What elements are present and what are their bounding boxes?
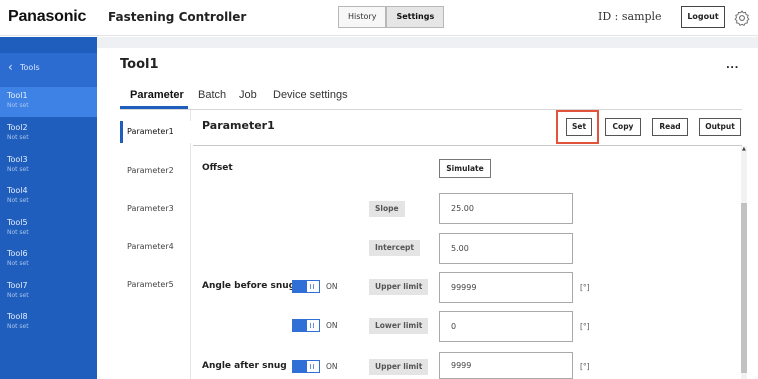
sidebar-item-status: Not set [7, 229, 29, 236]
angle-before-snug-label: Angle before snug [202, 281, 296, 291]
lower-limit-unit: [°] [580, 322, 590, 331]
slope-input[interactable]: 25.00 [439, 193, 573, 224]
sidebar-item-label: Tool8 [7, 312, 28, 321]
history-button[interactable]: History [338, 6, 387, 28]
lower-limit-input[interactable]: 0 [439, 311, 573, 342]
sidebar-item-tool7[interactable]: Tool7 Not set [0, 277, 97, 307]
tools-back-button[interactable]: ‹ Tools [0, 53, 97, 87]
sidebar-item-label: Tool7 [7, 281, 28, 290]
parameter-item-label: Parameter2 [127, 166, 174, 175]
sidebar-item-label: Tool1 [7, 91, 28, 100]
parameter-item-5[interactable]: Parameter5 [120, 274, 191, 296]
angle-before-snug-toggle[interactable] [292, 280, 320, 293]
app-title: Fastening Controller [108, 10, 247, 24]
top-bar: Panasonic Fastening Controller History S… [0, 0, 758, 36]
sidebar-item-tool3[interactable]: Tool3 Not set [0, 151, 97, 181]
parameter-item-2[interactable]: Parameter2 [120, 160, 191, 182]
more-options-icon[interactable]: ... [726, 60, 739, 71]
tab-parameter[interactable]: Parameter [130, 89, 184, 101]
upper-limit-input[interactable]: 99999 [439, 272, 573, 303]
parameter-item-label: Parameter1 [127, 127, 174, 136]
settings-button[interactable]: Settings [386, 6, 445, 28]
angle-after-snug-state: ON [326, 362, 338, 371]
lower-limit-toggle[interactable] [292, 319, 320, 332]
lower-limit-state: ON [326, 321, 338, 330]
upper-limit-2-label: Upper limit [369, 359, 429, 375]
tab-batch[interactable]: Batch [198, 89, 226, 101]
parameter-item-label: Parameter3 [127, 204, 174, 213]
upper-limit-label: Upper limit [369, 279, 429, 295]
page-title: Tool1 [120, 57, 159, 72]
sidebar-item-label: Tool6 [7, 249, 28, 258]
upper-limit-unit: [°] [580, 283, 590, 292]
tab-job[interactable]: Job [239, 89, 257, 101]
content-divider [193, 145, 742, 146]
gear-icon[interactable] [733, 9, 751, 27]
content-top-band [97, 37, 758, 48]
angle-after-snug-label: Angle after snug [202, 361, 287, 371]
sidebar-item-tool4[interactable]: Tool4 Not set [0, 182, 97, 212]
sidebar-item-tool2[interactable]: Tool2 Not set [0, 119, 97, 149]
sidebar-item-status: Not set [7, 166, 29, 173]
sidebar-item-status: Not set [7, 292, 29, 299]
user-id: ID : sample [598, 10, 662, 23]
parameter-item-label: Parameter5 [127, 280, 174, 289]
highlight-box [556, 110, 599, 144]
sidebar-item-status: Not set [7, 260, 29, 267]
intercept-input[interactable]: 5.00 [439, 233, 573, 264]
top-nav: History Settings [338, 6, 445, 28]
parameter-item-1[interactable]: Parameter1 [120, 121, 191, 143]
chevron-left-icon: ‹ [8, 60, 13, 74]
slope-label: Slope [369, 201, 405, 217]
logout-button[interactable]: Logout [681, 6, 725, 28]
angle-after-snug-toggle[interactable] [292, 360, 320, 373]
parameter-item-3[interactable]: Parameter3 [120, 198, 191, 220]
read-button[interactable]: Read [652, 118, 688, 136]
angle-before-snug-state: ON [326, 282, 338, 291]
copy-button[interactable]: Copy [605, 118, 641, 136]
tab-divider [120, 109, 742, 110]
sidebar-item-label: Tool4 [7, 186, 28, 195]
sidebar-item-label: Tool3 [7, 155, 28, 164]
sidebar-item-tool6[interactable]: Tool6 Not set [0, 245, 97, 275]
upper-limit-2-unit: [°] [580, 362, 590, 371]
output-button[interactable]: Output [699, 118, 741, 136]
sidebar-item-tool8[interactable]: Tool8 Not set [0, 308, 97, 338]
sidebar-item-status: Not set [7, 102, 29, 109]
scrollbar-thumb[interactable] [741, 203, 747, 373]
simulate-button[interactable]: Simulate [439, 159, 491, 178]
tab-device-settings[interactable]: Device settings [273, 89, 348, 101]
tools-sidebar: ‹ Tools Tool1 Not set Tool2 Not set Tool… [0, 37, 97, 379]
sidebar-item-status: Not set [7, 134, 29, 141]
sidebar-item-label: Tool5 [7, 218, 28, 227]
brand-logo: Panasonic [8, 8, 87, 25]
intercept-label: Intercept [369, 240, 420, 256]
tools-back-label: Tools [20, 63, 40, 72]
parameter-item-4[interactable]: Parameter4 [120, 236, 191, 258]
offset-label: Offset [202, 163, 233, 173]
parameter-item-label: Parameter4 [127, 242, 174, 251]
sidebar-item-status: Not set [7, 197, 29, 204]
content-title: Parameter1 [202, 119, 275, 132]
sidebar-item-tool5[interactable]: Tool5 Not set [0, 214, 97, 244]
sidebar-item-tool1[interactable]: Tool1 Not set [0, 87, 97, 117]
parameter-list: Parameter1 Parameter2 Parameter3 Paramet… [120, 110, 191, 379]
lower-limit-label: Lower limit [369, 318, 429, 334]
sidebar-item-status: Not set [7, 323, 29, 330]
scroll-up-arrow-icon[interactable]: ▲ [742, 146, 746, 152]
sidebar-item-label: Tool2 [7, 123, 28, 132]
upper-limit-2-input[interactable]: 9999 [439, 352, 573, 379]
